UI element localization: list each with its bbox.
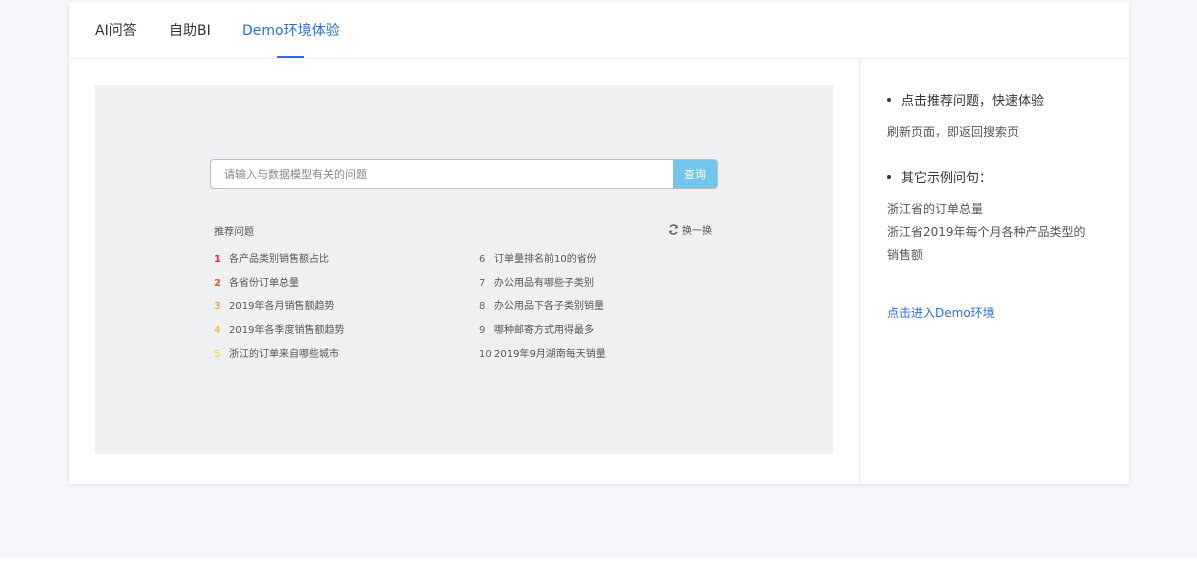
refresh-label: 换一换 — [682, 226, 712, 237]
question-text: 各产品类别销售额占比 — [229, 254, 329, 265]
search-input[interactable] — [211, 160, 673, 188]
demo-preview-area: 查询 推荐问题 换一换 1 各产品类别销售额占比 2 各省份订单总量 3 2019年各… — [69, 59, 860, 484]
search-button[interactable]: 查询 — [673, 160, 717, 188]
tip-refresh-note: 刷新页面，即返回搜索页 — [887, 125, 1020, 139]
refresh-icon — [669, 224, 678, 235]
tab-ai-qa[interactable]: AI问答 — [95, 20, 137, 40]
question-item[interactable]: 5 浙江的订单来自哪些城市 — [214, 345, 339, 360]
tab-bar: AI问答 自助BI Demo环境体验 — [69, 2, 1129, 59]
question-rank: 9 — [479, 325, 486, 336]
example-item: 销售额 — [887, 248, 924, 262]
question-item[interactable]: 3 2019年各月销售额趋势 — [214, 297, 334, 312]
question-rank: 5 — [214, 349, 221, 360]
question-rank: 10 — [479, 349, 492, 360]
question-item[interactable]: 4 2019年各季度销售额趋势 — [214, 321, 344, 336]
example-list: 浙江省的订单总量 浙江省2019年每个月各种产品类型的 销售额 — [887, 198, 1086, 267]
question-rank: 8 — [479, 301, 486, 312]
question-text: 2019年各月销售额趋势 — [229, 301, 335, 312]
question-text: 2019年各季度销售额趋势 — [229, 325, 345, 336]
tab-active-indicator — [277, 56, 304, 58]
example-item: 浙江省的订单总量 — [887, 202, 984, 216]
info-panel: 点击推荐问题，快速体验 刷新页面，即返回搜索页 其它示例问句： 浙江省的订单总量… — [861, 59, 1129, 484]
tab-demo[interactable]: Demo环境体验 — [242, 20, 340, 40]
question-item[interactable]: 6 订单量排名前10的省份 — [479, 250, 597, 265]
question-item[interactable]: 7 办公用品有哪些子类别 — [479, 274, 594, 289]
example-item: 浙江省2019年每个月各种产品类型的 — [887, 225, 1086, 239]
tab-self-bi[interactable]: 自助BI — [169, 20, 211, 40]
demo-link[interactable]: 点击进入Demo环境 — [887, 304, 995, 321]
question-text: 各省份订单总量 — [229, 278, 299, 289]
question-item[interactable]: 2 各省份订单总量 — [214, 274, 299, 289]
question-text: 办公用品下各子类别销量 — [494, 301, 604, 312]
question-item[interactable]: 9 哪种邮寄方式用得最多 — [479, 321, 594, 336]
question-text: 办公用品有哪些子类别 — [494, 278, 594, 289]
question-rank: 2 — [214, 278, 221, 289]
tip-bullet-recommend: 点击推荐问题，快速体验 — [887, 90, 1044, 109]
question-rank: 1 — [214, 254, 221, 265]
demo-screenshot: 查询 推荐问题 换一换 1 各产品类别销售额占比 2 各省份订单总量 3 2019年各… — [95, 85, 833, 454]
question-rank: 6 — [479, 254, 486, 265]
question-text: 哪种邮寄方式用得最多 — [494, 325, 594, 336]
main-card: AI问答 自助BI Demo环境体验 查询 推荐问题 换一换 1各产品类别 — [69, 2, 1129, 484]
question-text: 2019年9月湖南每天销量 — [494, 349, 606, 360]
question-item[interactable]: 1 各产品类别销售额占比 — [214, 250, 329, 265]
search-box: 查询 — [210, 159, 718, 189]
question-item[interactable]: 10 2019年9月湖南每天销量 — [479, 345, 606, 360]
question-item[interactable]: 8 办公用品下各子类别销量 — [479, 297, 604, 312]
tip-bullet-examples: 其它示例问句： — [887, 167, 992, 186]
question-rank: 3 — [214, 301, 221, 312]
question-text: 浙江的订单来自哪些城市 — [229, 349, 339, 360]
question-rank: 7 — [479, 278, 486, 289]
refresh-button[interactable]: 换一换 — [668, 222, 712, 237]
question-text: 订单量排名前10的省份 — [494, 254, 597, 265]
recommend-title: 推荐问题 — [214, 227, 254, 238]
question-rank: 4 — [214, 325, 221, 336]
